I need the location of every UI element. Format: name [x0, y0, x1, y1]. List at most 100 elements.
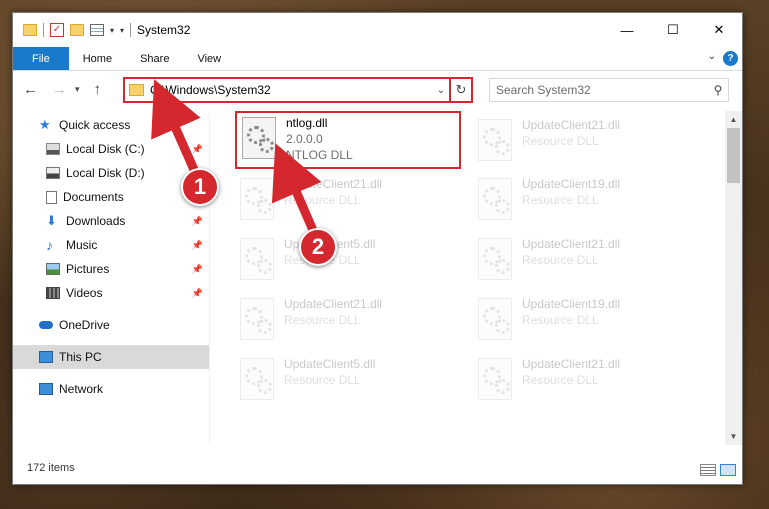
sidebar-item-documents[interactable]: Documents [13, 185, 209, 209]
checkmark-icon[interactable]: ✓ [50, 23, 64, 37]
dll-file-icon [242, 117, 276, 159]
file-item[interactable]: UpdateClient21.dll Resource DLL [235, 294, 461, 354]
file-item-ntlog[interactable]: ntlog.dll 2.0.0.0 NTLOG DLL [235, 111, 461, 169]
search-icon[interactable]: ⚲ [708, 83, 728, 97]
dll-file-icon [478, 119, 512, 161]
sidebar-item-label: Music [66, 238, 98, 252]
sidebar-item-onedrive[interactable]: OneDrive [13, 313, 209, 337]
close-button[interactable]: ✕ [696, 13, 742, 47]
scroll-up-icon[interactable]: ▲ [725, 111, 742, 128]
pin-icon[interactable]: 📌 [192, 216, 203, 227]
pc-icon [39, 351, 53, 363]
dll-file-icon [478, 358, 512, 400]
vertical-scrollbar[interactable]: ▲ ▼ [725, 111, 742, 445]
file-name: UpdateClient21.dll [522, 357, 621, 371]
up-arrow-icon[interactable]: ↑ [94, 81, 102, 98]
sidebar-item-local-disk-c[interactable]: Local Disk (C:) 📌 [13, 137, 209, 161]
file-description: Resource DLL [522, 373, 599, 387]
file-item[interactable]: UpdateClient21.dll Resource DLL [473, 234, 699, 294]
dll-file-icon [478, 298, 512, 340]
network-icon [39, 383, 53, 395]
pane-divider[interactable] [209, 113, 210, 443]
address-bar[interactable]: C:\Windows\System32 ⌄ ↻ [123, 77, 473, 103]
scrollbar-thumb[interactable] [727, 128, 740, 183]
sidebar-item-pictures[interactable]: Pictures 📌 [13, 257, 209, 281]
music-icon: ♪ [46, 237, 53, 253]
dll-file-icon [240, 358, 274, 400]
search-box[interactable]: Search System32 ⚲ [489, 78, 729, 102]
download-icon: ⬇ [46, 213, 57, 228]
file-description: Resource DLL [284, 313, 361, 327]
file-description: NTLOG DLL [286, 148, 353, 162]
file-item[interactable]: UpdateClient5.dll Resource DLL [235, 354, 461, 414]
sidebar-item-label: This PC [59, 350, 102, 364]
sidebar-item-this-pc[interactable]: This PC [13, 345, 209, 369]
pin-icon[interactable]: 📌 [192, 240, 203, 251]
properties-icon[interactable] [90, 24, 104, 36]
file-item[interactable]: UpdateClient5.dll Resource DLL [235, 234, 461, 294]
file-item[interactable]: UpdateClient21.dll Resource DLL [473, 354, 699, 414]
help-icon[interactable]: ? [723, 51, 738, 66]
folder-icon [23, 24, 37, 36]
file-name: UpdateClient21.dll [522, 237, 621, 251]
star-icon: ★ [39, 117, 51, 132]
documents-icon [46, 190, 57, 204]
file-explorer-window: ✓ ▾ ▾ System32 — ☐ ✕ File Home Share Vie… [12, 12, 743, 485]
dll-file-icon [240, 238, 274, 280]
sidebar-item-label: Videos [66, 286, 103, 300]
sidebar-item-local-disk-d[interactable]: Local Disk (D:) [13, 161, 209, 185]
file-name: ntlog.dll [286, 116, 328, 130]
search-input[interactable]: Search System32 [496, 83, 708, 97]
file-item[interactable]: UpdateClient19.dll Resource DLL [473, 294, 699, 354]
tiles-view-icon[interactable] [720, 464, 736, 476]
folder-icon [129, 84, 144, 96]
sidebar-item-label: Network [59, 382, 104, 396]
tab-share[interactable]: Share [126, 47, 183, 70]
sidebar-item-music[interactable]: ♪ Music 📌 [13, 233, 209, 257]
tab-home[interactable]: Home [69, 47, 126, 70]
customize-toolbar-icon[interactable]: ▾ [120, 26, 124, 35]
new-folder-icon[interactable] [70, 24, 84, 36]
file-description: Resource DLL [284, 193, 361, 207]
maximize-button[interactable]: ☐ [650, 13, 696, 47]
file-name: UpdateClient19.dll [522, 177, 621, 191]
tab-view[interactable]: View [183, 47, 235, 70]
disk-icon [46, 143, 60, 155]
file-description: Resource DLL [522, 134, 599, 148]
expand-ribbon-icon[interactable]: ⌄ [708, 51, 716, 62]
dll-file-icon [478, 178, 512, 220]
details-view-icon[interactable] [700, 464, 716, 476]
window-title: System32 [137, 23, 191, 37]
file-item[interactable]: UpdateClient21.dll Resource DLL [235, 174, 461, 234]
item-count: 172 items [27, 462, 75, 474]
back-arrow-icon[interactable]: ← [23, 81, 38, 98]
sidebar-item-network[interactable]: Network [13, 377, 209, 401]
scroll-down-icon[interactable]: ▼ [725, 428, 742, 445]
recent-locations-icon[interactable]: ▾ [75, 84, 80, 95]
forward-arrow-icon[interactable]: → [52, 81, 67, 98]
pin-icon[interactable]: 📌 [192, 264, 203, 275]
dll-file-icon [240, 178, 274, 220]
address-path[interactable]: C:\Windows\System32 [150, 83, 433, 97]
disk-icon [46, 167, 60, 179]
step-1-badge: 1 [181, 168, 219, 206]
step-2-badge: 2 [299, 228, 337, 266]
sidebar-item-quick-access[interactable]: ★ Quick access [13, 113, 209, 137]
pin-icon[interactable]: 📌 [192, 288, 203, 299]
navigation-buttons: ← → ▾ ↑ [23, 81, 101, 98]
dll-file-icon [240, 298, 274, 340]
chevron-down-icon[interactable]: ⌄ [433, 85, 449, 96]
file-item[interactable]: UpdateClient21.dll Resource DLL [473, 115, 699, 175]
file-name: UpdateClient19.dll [522, 297, 621, 311]
sidebar-item-videos[interactable]: Videos 📌 [13, 281, 209, 305]
file-description: Resource DLL [522, 193, 599, 207]
sidebar-item-downloads[interactable]: ⬇ Downloads 📌 [13, 209, 209, 233]
refresh-icon[interactable]: ↻ [449, 79, 471, 101]
sidebar-item-label: Quick access [59, 118, 131, 132]
chevron-down-icon[interactable]: ▾ [110, 26, 114, 35]
pin-icon[interactable]: 📌 [192, 144, 203, 155]
tab-file[interactable]: File [13, 47, 69, 70]
minimize-button[interactable]: — [604, 13, 650, 47]
file-item[interactable]: UpdateClient19.dll Resource DLL [473, 174, 699, 234]
sidebar-item-label: Documents [63, 190, 124, 204]
